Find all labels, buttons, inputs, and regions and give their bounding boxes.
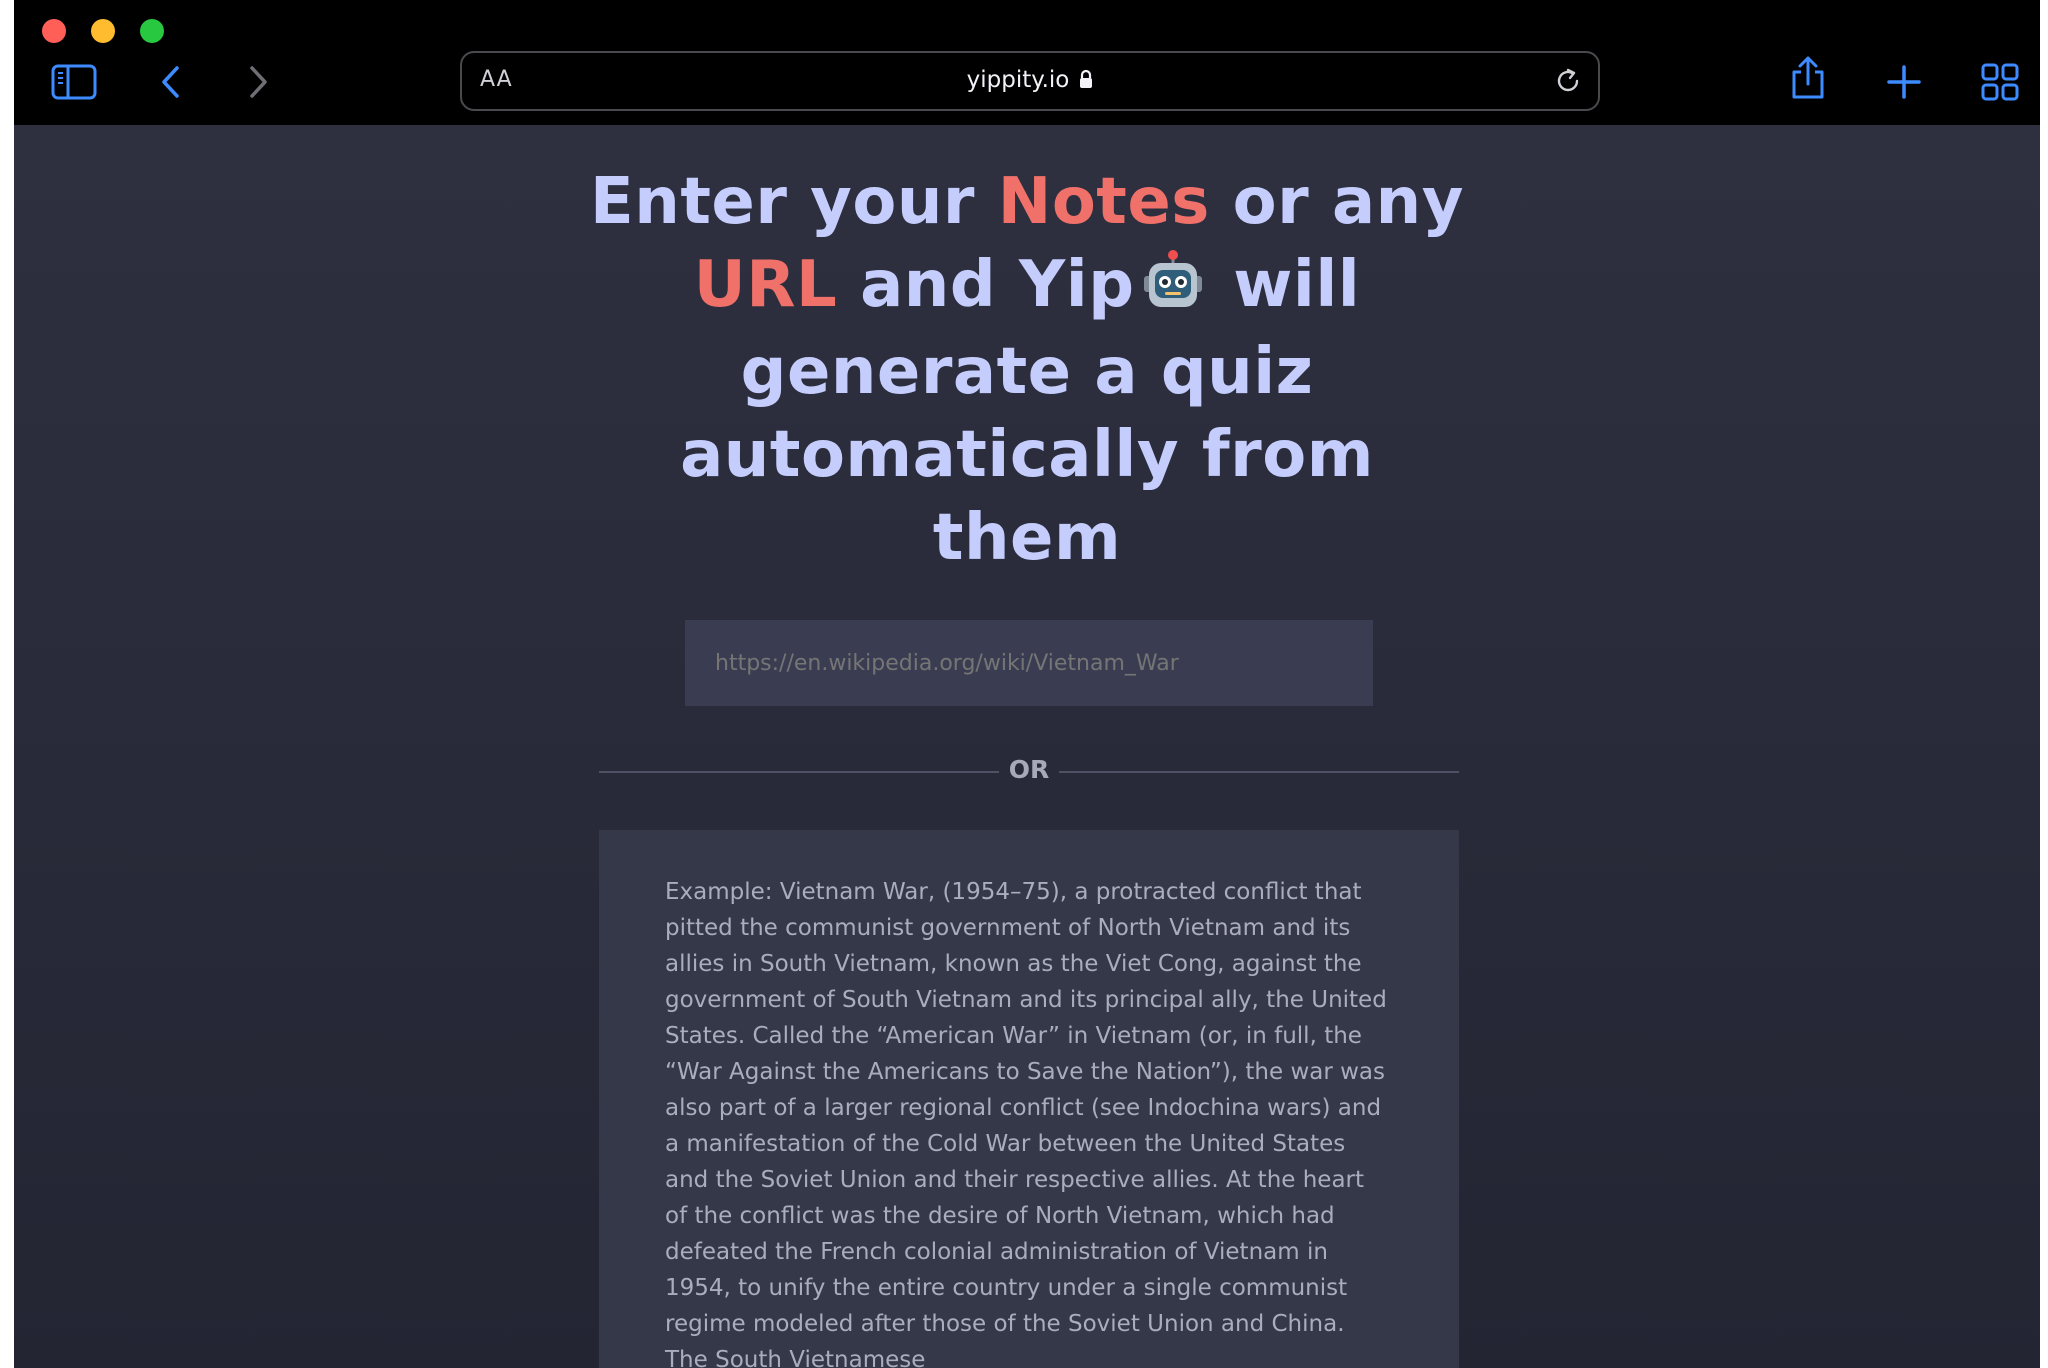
headline-url: URL <box>693 248 838 322</box>
reload-icon[interactable] <box>1552 65 1584 102</box>
url-text: yippity.io <box>966 67 1070 93</box>
chevron-left-icon[interactable] <box>147 60 195 104</box>
divider-line-right <box>1059 771 1459 773</box>
tab-overview-icon[interactable] <box>1976 60 2024 104</box>
plus-icon[interactable] <box>1880 60 1928 104</box>
fullscreen-window-button[interactable] <box>140 19 164 43</box>
page-headline: Enter your Notes or any URL and Yip will… <box>577 161 1477 580</box>
chevron-right-icon[interactable] <box>234 60 282 104</box>
close-window-button[interactable] <box>42 19 66 43</box>
robot-icon <box>1143 248 1203 331</box>
sidebar-icon[interactable] <box>50 60 98 104</box>
notes-textarea[interactable]: Example: Vietnam War, (1954–75), a protr… <box>599 830 1459 1368</box>
page-content: Enter your Notes or any URL and Yip will… <box>14 125 2040 1368</box>
or-divider: OR <box>599 753 1459 789</box>
url-display[interactable]: yippity.io <box>462 67 1598 95</box>
lock-icon <box>1079 69 1093 95</box>
url-input[interactable] <box>713 649 1345 677</box>
headline-text-1: Enter your <box>590 165 998 239</box>
headline-notes: Notes <box>997 165 1210 239</box>
address-bar[interactable]: AA yippity.io <box>460 51 1600 111</box>
url-input-box[interactable] <box>685 620 1373 706</box>
notes-placeholder: Example: Vietnam War, (1954–75), a protr… <box>665 879 1387 1368</box>
browser-window: AA yippity.io Enter your Notes or any UR… <box>14 0 2040 1368</box>
minimize-window-button[interactable] <box>91 19 115 43</box>
headline-text-2: or any <box>1209 165 1464 239</box>
share-icon[interactable] <box>1784 56 1832 100</box>
browser-toolbar: AA yippity.io <box>14 0 2040 125</box>
or-label: OR <box>1008 755 1050 784</box>
headline-text-3: and Yip <box>837 248 1135 322</box>
